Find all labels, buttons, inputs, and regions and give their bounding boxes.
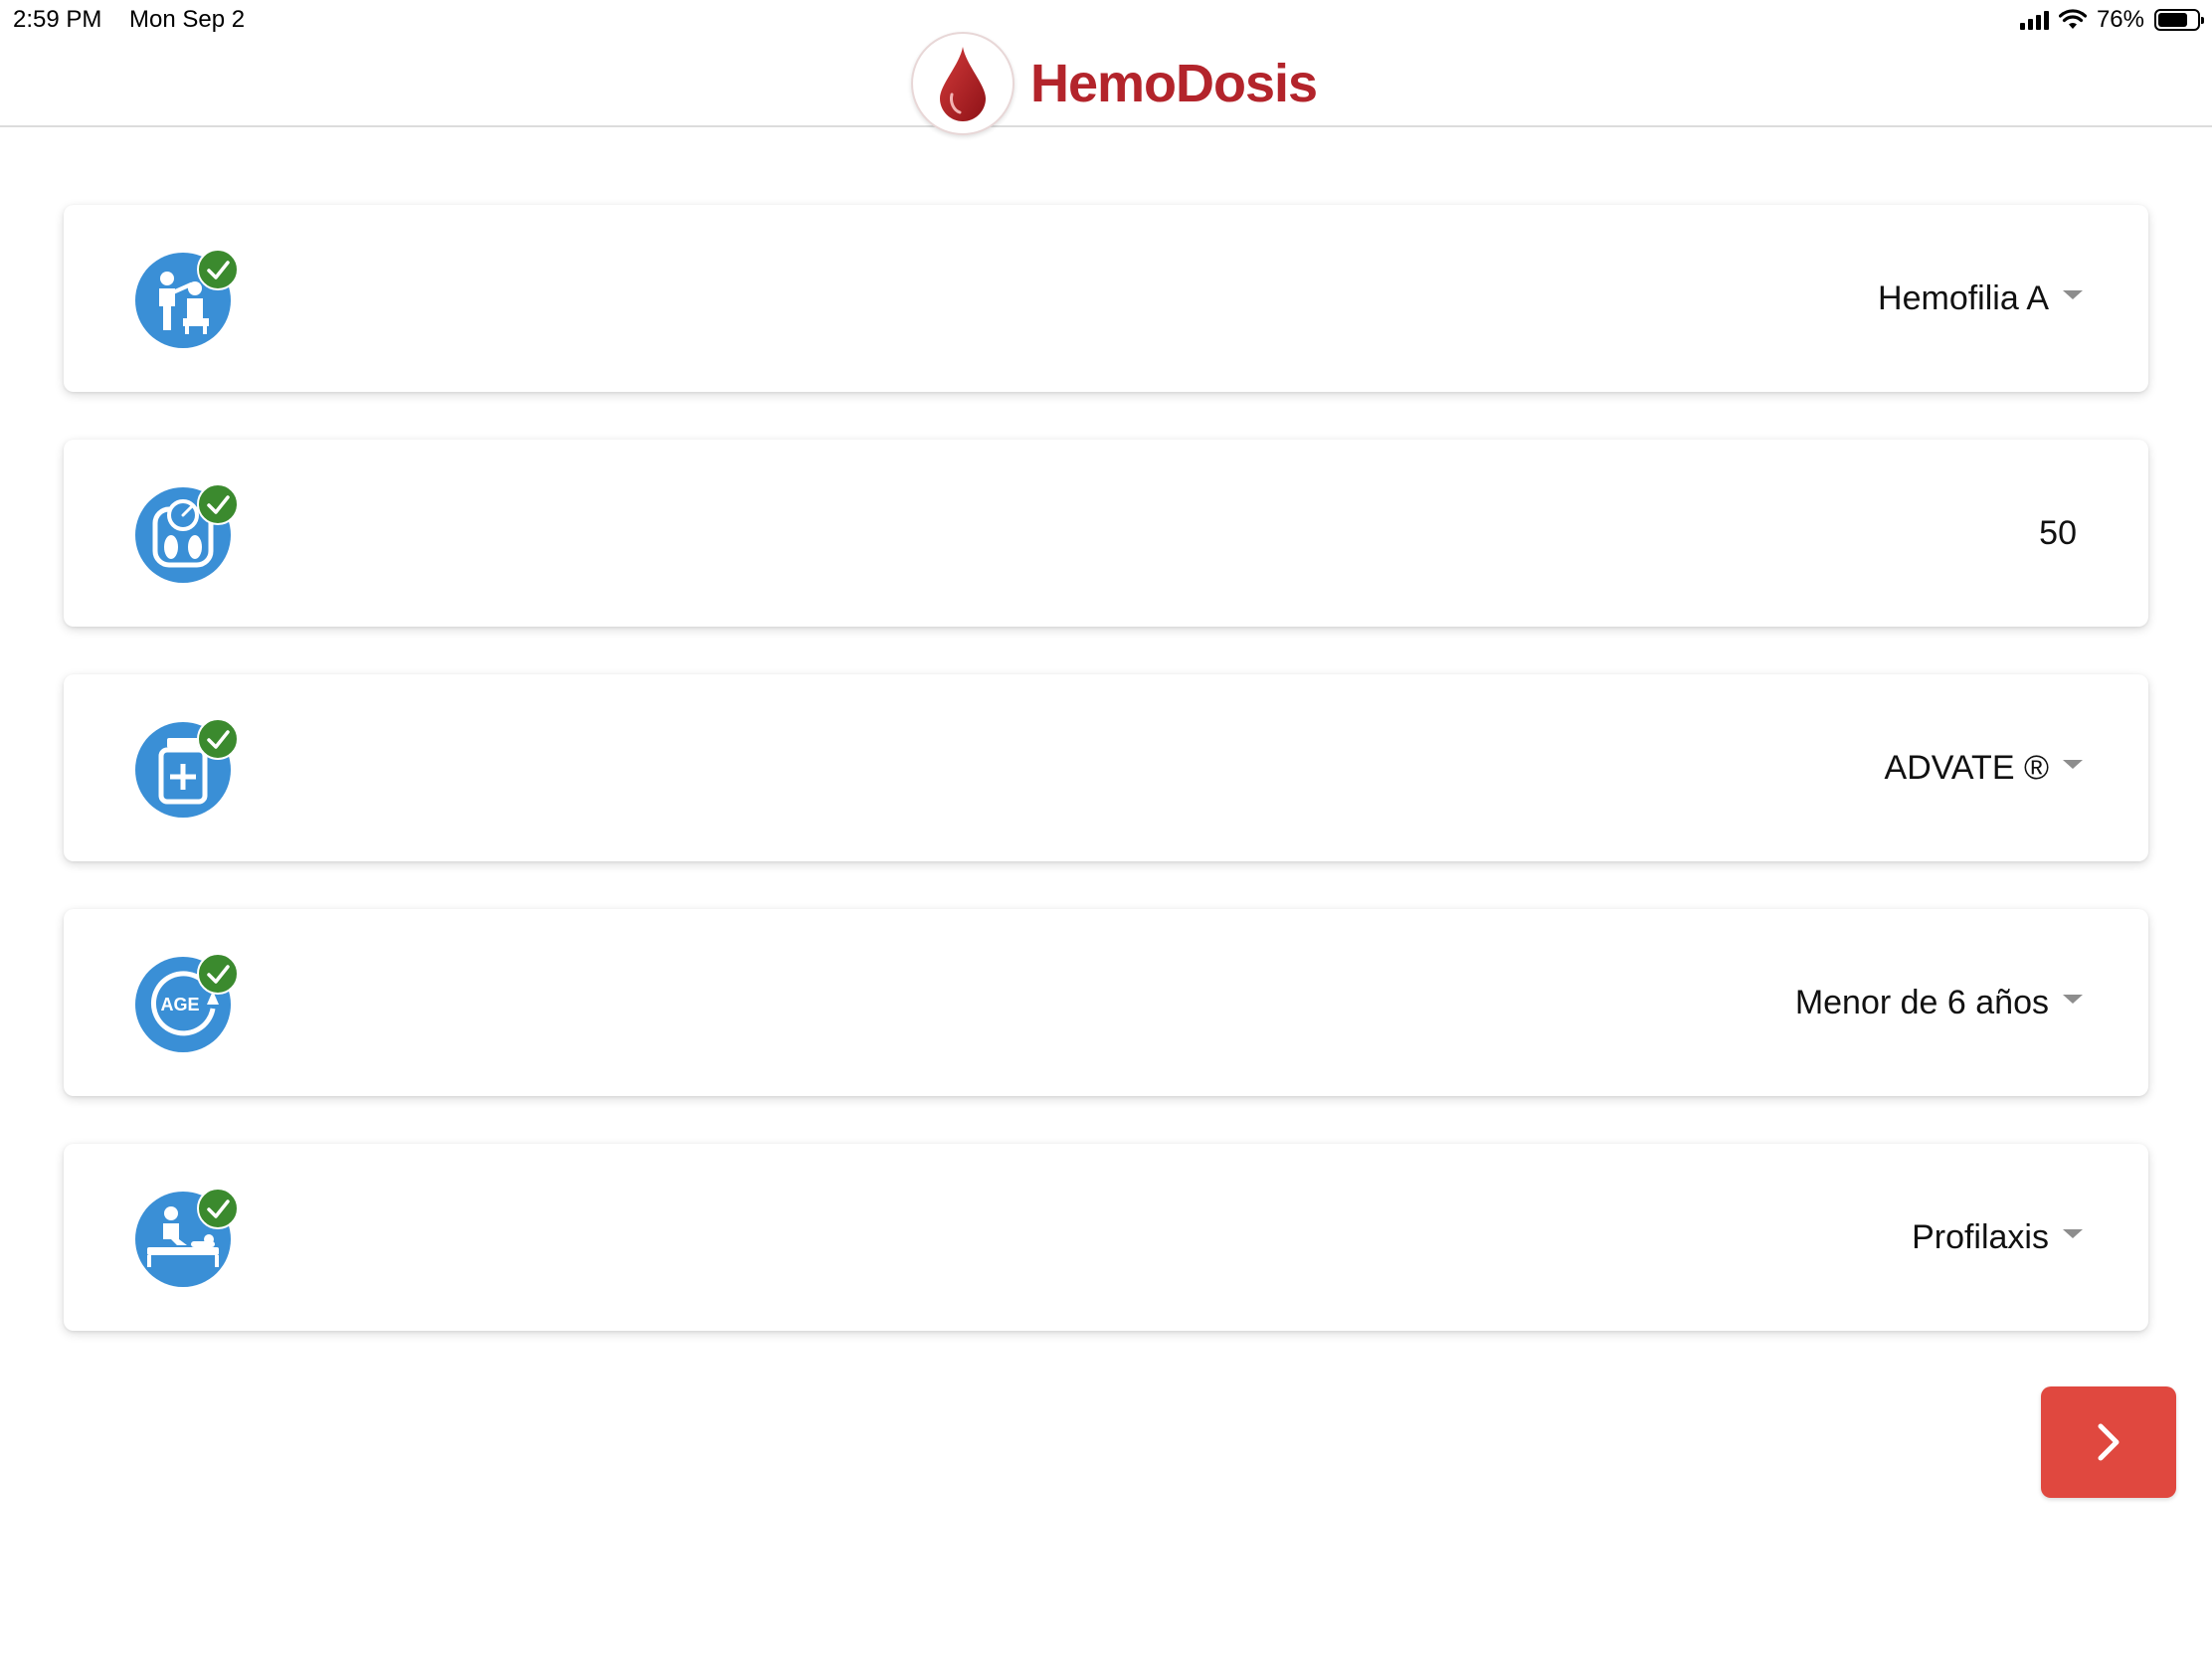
hemophilia-type-value-wrap: Hemofilia A bbox=[1878, 205, 2083, 392]
dropdown-caret-icon bbox=[2063, 759, 2083, 769]
blood-drop-logo bbox=[911, 32, 1014, 135]
medicine-selector[interactable]: ADVATE ® bbox=[64, 674, 2148, 861]
check-icon bbox=[197, 953, 239, 995]
dropdown-caret-icon bbox=[2063, 289, 2083, 299]
treatment-selector[interactable]: Profilaxis bbox=[64, 1144, 2148, 1331]
check-icon bbox=[197, 718, 239, 760]
treatment-value-wrap: Profilaxis bbox=[1912, 1144, 2083, 1331]
cellular-signal-icon bbox=[2019, 10, 2049, 30]
weight-value[interactable]: 50 bbox=[2039, 514, 2077, 553]
check-icon bbox=[197, 1188, 239, 1229]
check-icon bbox=[197, 483, 239, 525]
medicine-value: ADVATE ® bbox=[1884, 748, 2049, 787]
status-indicators: 76% bbox=[2019, 6, 2204, 34]
dropdown-caret-icon bbox=[2063, 994, 2083, 1004]
dropdown-caret-icon bbox=[2063, 1228, 2083, 1238]
status-time: 2:59 PM bbox=[13, 6, 102, 33]
app-logo: HemoDosis bbox=[911, 32, 1318, 135]
app-header: HemoDosis bbox=[0, 32, 2212, 135]
blood-drop-icon bbox=[940, 47, 986, 121]
wifi-icon bbox=[2058, 9, 2087, 29]
age-icon-label: AGE bbox=[160, 995, 199, 1014]
battery-percent: 76% bbox=[2096, 6, 2144, 33]
check-icon bbox=[197, 249, 239, 290]
age-selector[interactable]: AGE Menor de 6 años bbox=[64, 909, 2148, 1096]
chevron-right-icon bbox=[2098, 1423, 2120, 1461]
treatment-value: Profilaxis bbox=[1912, 1217, 2049, 1256]
hemophilia-type-selector[interactable]: Hemofilia A bbox=[64, 205, 2148, 392]
age-value-wrap: Menor de 6 años bbox=[1795, 909, 2083, 1096]
weight-input-card[interactable]: 50 bbox=[64, 440, 2148, 627]
battery-icon bbox=[2154, 9, 2204, 31]
app-title: HemoDosis bbox=[1030, 54, 1318, 113]
medicine-value-wrap: ADVATE ® bbox=[1885, 674, 2083, 861]
next-button[interactable] bbox=[2041, 1386, 2176, 1498]
age-value: Menor de 6 años bbox=[1794, 983, 2049, 1021]
weight-value-wrap: 50 bbox=[2039, 440, 2077, 627]
battery-level bbox=[2158, 13, 2187, 27]
status-bar: 2:59 PM Mon Sep 2 76% bbox=[0, 0, 2212, 40]
hemophilia-type-value: Hemofilia A bbox=[1878, 278, 2049, 317]
status-date: Mon Sep 2 bbox=[129, 6, 246, 33]
